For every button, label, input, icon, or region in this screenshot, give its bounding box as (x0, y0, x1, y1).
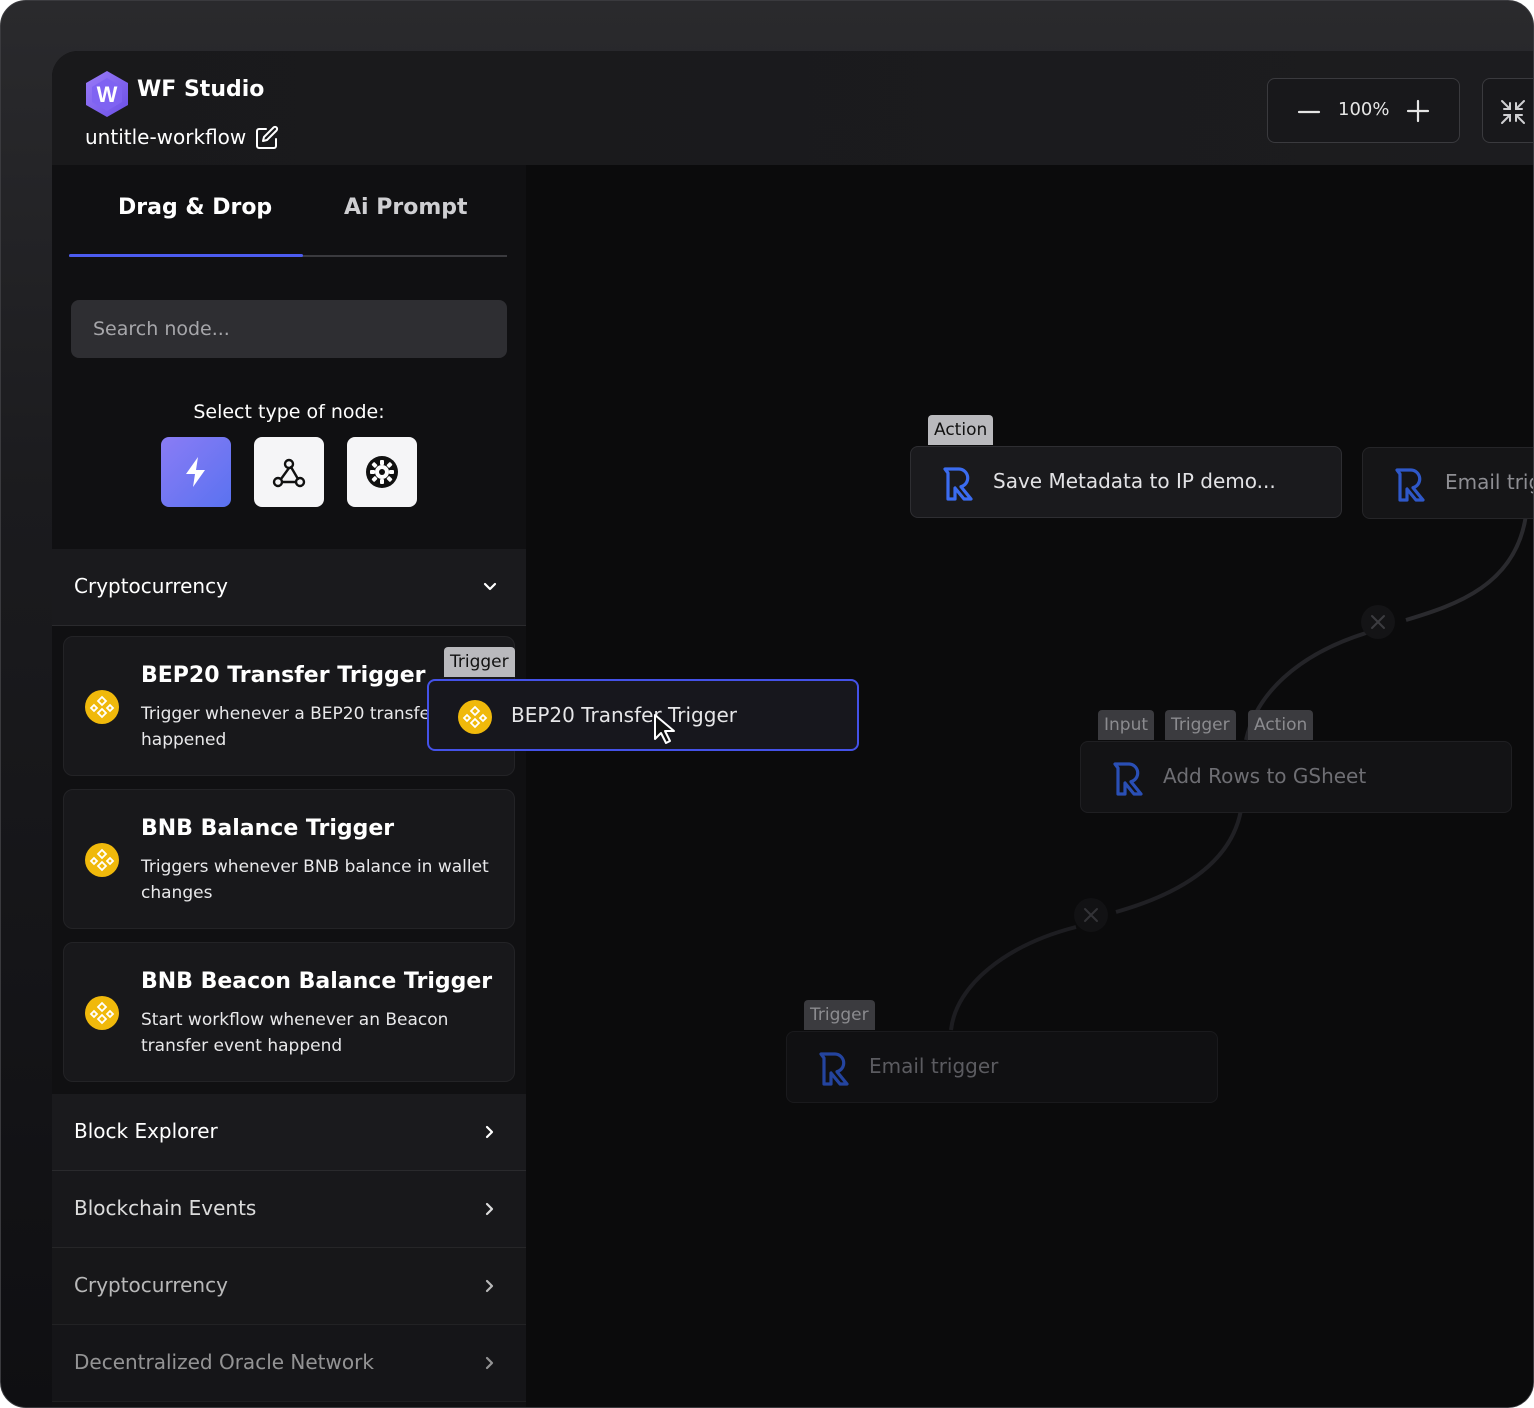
chevron-down-icon (483, 582, 497, 591)
node-type-settings-button[interactable] (347, 437, 417, 507)
app-title: WF Studio (137, 77, 265, 102)
search-node-input[interactable] (71, 300, 507, 358)
logo-letter: W (97, 82, 118, 107)
edit-icon[interactable] (254, 125, 280, 151)
zoom-level: 100% (1338, 99, 1390, 120)
node-label: Email trigger (1445, 470, 1533, 494)
tab-ai-prompt[interactable]: Ai Prompt (344, 195, 468, 220)
chevron-right-icon (485, 1202, 494, 1216)
fit-view-button[interactable] (1482, 78, 1533, 143)
zoom-in-icon[interactable] (1404, 97, 1432, 125)
category-label: Block Explorer (74, 1119, 218, 1143)
chevron-right-icon (485, 1279, 494, 1293)
category-label: Cryptocurrency (74, 1273, 228, 1297)
category-block-explorer[interactable]: Block Explorer (52, 1094, 526, 1171)
category-cryptocurrency[interactable]: Cryptocurrency (52, 1248, 526, 1325)
category-cryptocurrency-expanded[interactable]: Cryptocurrency (52, 549, 526, 626)
bnb-coin-icon (85, 996, 119, 1030)
node-title: BNB Balance Trigger (141, 816, 395, 841)
tab-drag-drop[interactable]: Drag & Drop (118, 195, 272, 220)
node-description: Triggers whenever BNB balance in wallet … (141, 857, 489, 903)
flow-node-email-trigger-bottom[interactable]: Email trigger (786, 1031, 1218, 1103)
node-type-webhook-button[interactable] (254, 437, 324, 507)
lightning-bolt-icon (186, 457, 205, 487)
node-tag-action: Action (928, 415, 994, 445)
node-description: Start workflow whenever an Beacon transf… (141, 1010, 449, 1056)
flow-node-save-metadata[interactable]: Save Metadata to IP demo... (910, 446, 1342, 518)
webhook-icon (272, 458, 306, 488)
dragging-node-tag: Trigger (444, 647, 515, 677)
chevron-right-icon (485, 1125, 494, 1139)
flow-node-add-rows-gsheet[interactable]: Add Rows to GSheet (1080, 741, 1512, 813)
category-label: Decentralized Oracle Network (74, 1350, 374, 1374)
bnb-coin-icon (85, 843, 119, 877)
node-sidebar: Drag & Drop Ai Prompt Select type of nod… (52, 165, 526, 1407)
wf-studio-logo-icon: W (86, 71, 128, 117)
dragging-node-bep20-transfer-trigger[interactable]: BEP20 Transfer Trigger (427, 679, 859, 751)
node-tag-action: Action (1248, 710, 1314, 740)
node-title: BNB Beacon Balance Trigger (141, 969, 493, 994)
node-label: Save Metadata to IP demo... (993, 469, 1276, 493)
gear-icon (366, 456, 398, 488)
r-app-logo-icon (943, 467, 973, 501)
category-decentralized-oracle-network[interactable]: Decentralized Oracle Network (52, 1325, 526, 1402)
node-title: BEP20 Transfer Trigger (141, 663, 426, 688)
node-card-bnb-balance-trigger[interactable]: BNB Balance Trigger Triggers whenever BN… (63, 789, 515, 929)
zoom-control: 100% (1267, 78, 1460, 143)
node-tag-input: Input (1098, 710, 1155, 740)
select-type-label: Select type of node: (193, 401, 385, 423)
flow-node-email-trigger-top[interactable]: Email trigger (1362, 447, 1533, 519)
category-label: Blockchain Events (74, 1196, 257, 1220)
category-blockchain-events[interactable]: Blockchain Events (52, 1171, 526, 1248)
node-type-trigger-button[interactable] (161, 437, 231, 507)
category-label: Cryptocurrency (74, 574, 228, 598)
node-label: BEP20 Transfer Trigger (511, 703, 737, 727)
node-label: Add Rows to GSheet (1163, 764, 1367, 788)
workflow-name[interactable]: untitle-workflow (85, 125, 246, 149)
collapse-arrows-icon (1501, 100, 1525, 124)
node-tag-trigger: Trigger (804, 1000, 875, 1030)
node-card-bnb-beacon-balance-trigger[interactable]: BNB Beacon Balance Trigger Start workflo… (63, 942, 515, 1082)
active-tab-indicator (69, 254, 303, 257)
workflow-canvas[interactable]: Action Save Metadata to IP demo... Email… (526, 165, 1533, 1407)
top-bar: W WF Studio untitle-workflow 100% (52, 51, 1533, 165)
bnb-coin-icon (458, 700, 492, 734)
app-frame: W WF Studio untitle-workflow 100% Drag &… (0, 0, 1534, 1408)
r-app-logo-icon (819, 1052, 849, 1086)
r-app-logo-icon (1395, 468, 1425, 502)
bnb-coin-icon (85, 690, 119, 724)
mouse-cursor-icon (654, 714, 675, 744)
app-window: W WF Studio untitle-workflow 100% Drag &… (52, 51, 1533, 1407)
node-label: Email trigger (869, 1054, 999, 1078)
chevron-right-icon (485, 1356, 494, 1370)
node-tag-trigger: Trigger (1165, 710, 1236, 740)
r-app-logo-icon (1113, 762, 1143, 796)
zoom-out-icon[interactable] (1296, 99, 1322, 125)
